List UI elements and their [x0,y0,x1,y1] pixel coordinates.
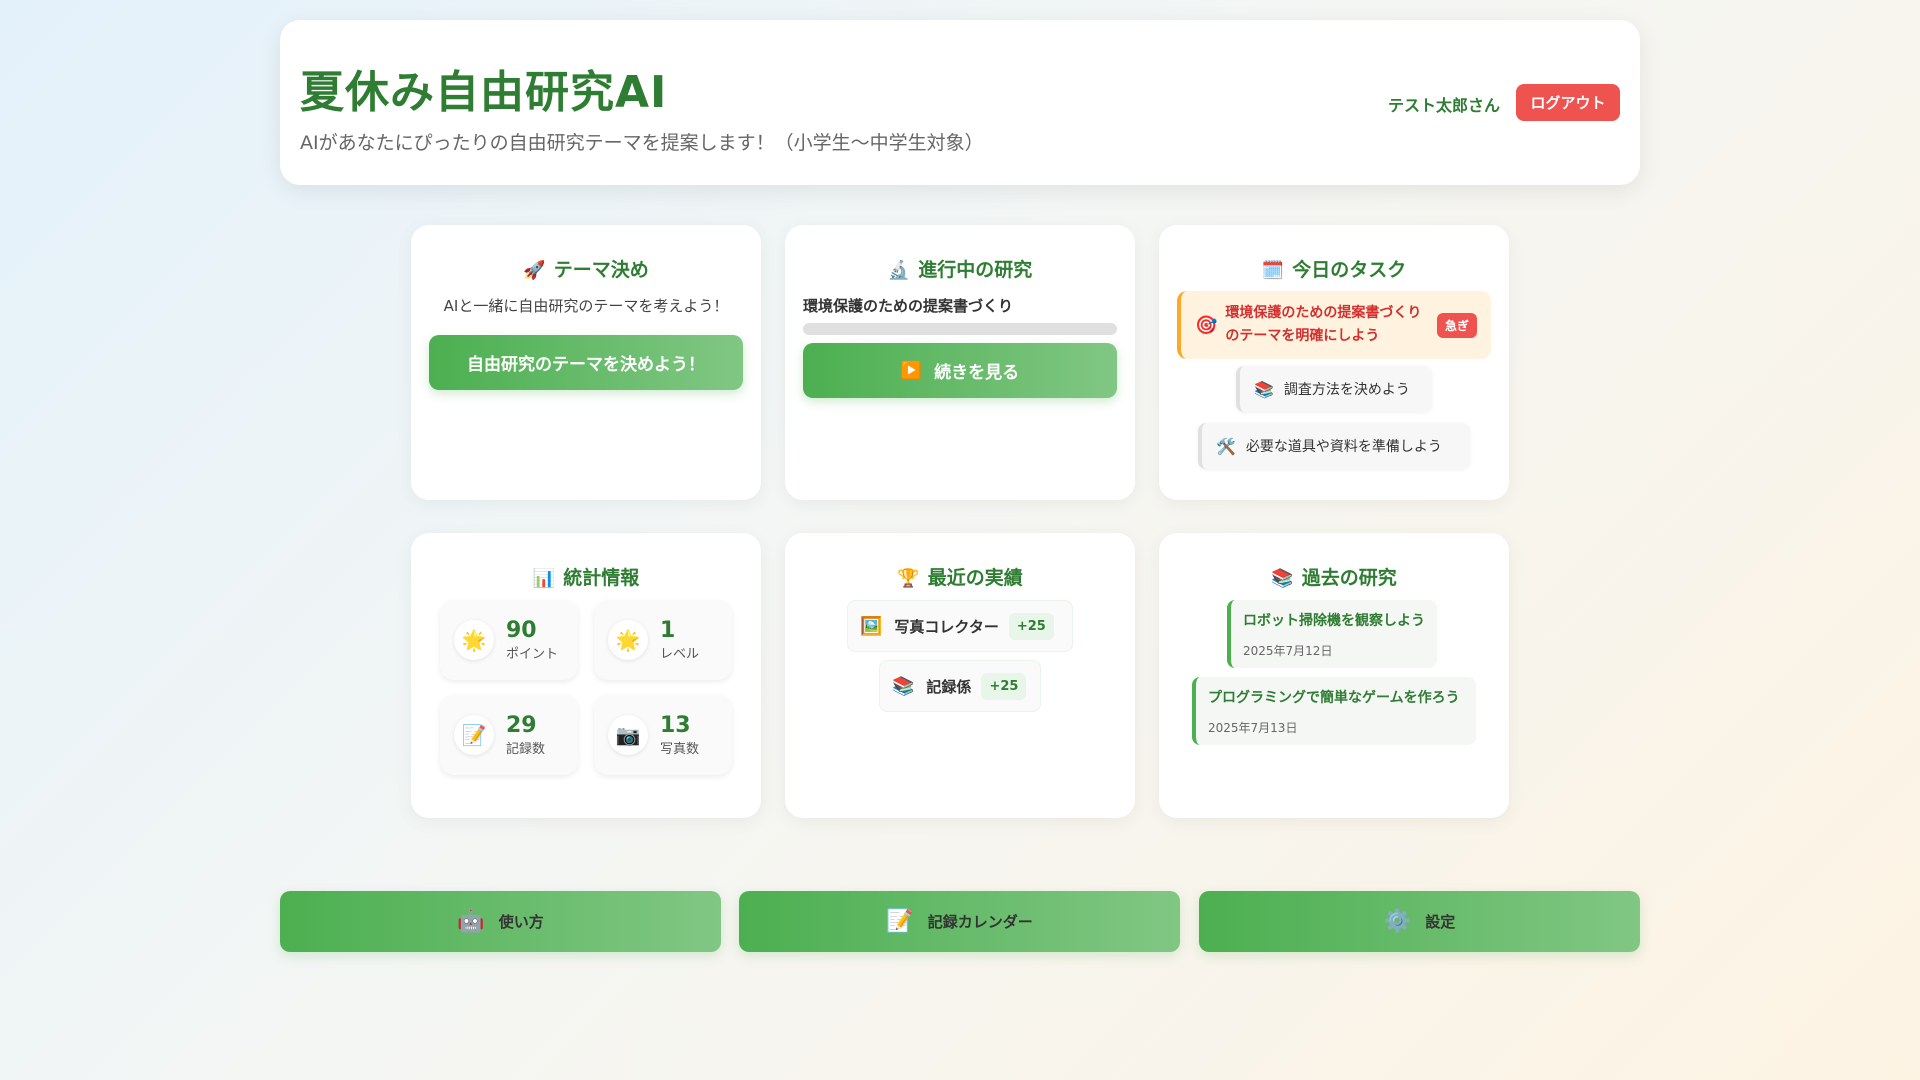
project-name: 環境保護のための提案書づくり [803,297,1014,315]
achievement-points: +25 [981,672,1027,700]
app-title: 夏休み自由研究AI [300,67,668,118]
rocket-icon: 🚀 [523,260,546,281]
continue-button[interactable]: ▶️ 続きを見る [803,343,1117,398]
tools-icon: 🛠️ [1216,436,1236,456]
card-title-achievements: 最近の実績 [927,567,1023,589]
achievements-card: 🏆 最近の実績 🖼️ 写真コレクター +25 📚 記録係 +25 [785,533,1135,818]
stat-points: 🌟 90 ポイント [440,600,578,680]
stat-label: ポイント [506,646,559,662]
past-research-title: プログラミングで簡単なゲームを作ろう [1208,690,1460,706]
stat-label: 写真数 [660,741,700,757]
record-calendar-button[interactable]: 📝 記録カレンダー [739,891,1180,952]
past-research-date: 2025年7月12日 [1243,644,1333,658]
how-to-label: 使い方 [498,913,544,931]
tasks-card: 🗓️ 今日のタスク 🎯 環境保護のための提案書づくりのテーマを明確にしよう 急ぎ … [1159,225,1509,500]
task-text: 必要な道具や資料を準備しよう [1245,439,1442,455]
achievement-points: +25 [1008,612,1054,640]
memo-icon: 📝 [886,909,914,934]
record-calendar-label: 記録カレンダー [927,913,1033,931]
achievement-label: 写真コレクター [894,617,999,636]
settings-label: 設定 [1425,913,1456,931]
app-subtitle: AIがあなたにぴったりの自由研究テーマを提案します！（小学生〜中学生対象） [300,132,984,154]
stat-label: レベル [660,646,700,662]
past-research-card: 📚 過去の研究 ロボット掃除機を観察しよう 2025年7月12日 プログラミングで… [1159,533,1509,818]
task-item[interactable]: 📚 調査方法を決めよう [1236,366,1432,412]
trophy-icon: 🏆 [897,568,920,589]
progress-card: 🔬 進行中の研究 環境保護のための提案書づくり ▶️ 続きを見る [785,225,1135,500]
microscope-icon: 🔬 [887,260,911,281]
user-name: テスト太郎さん [1387,96,1500,115]
stat-records: 📝 29 記録数 [440,695,578,775]
stat-value: 1 [660,617,676,643]
books-icon: 📚 [1254,379,1274,399]
card-title-theme: テーマ決め [553,259,649,281]
how-to-button[interactable]: 🤖 使い方 [280,891,721,952]
stat-value: 29 [506,712,537,738]
stat-photos: 📷 13 写真数 [594,695,732,775]
urgent-badge: 急ぎ [1436,312,1477,338]
theme-card: 🚀 テーマ決め AIと一緒に自由研究のテーマを考えよう！ 自由研究のテーマを決めよ… [411,225,761,500]
camera-icon: 📷 [608,715,648,755]
card-title-past: 過去の研究 [1301,567,1397,589]
app-header: 夏休み自由研究AI AIがあなたにぴったりの自由研究テーマを提案します！（小学生… [280,20,1640,185]
bar-chart-icon: 📊 [532,568,556,589]
books-icon: 📚 [1271,568,1294,589]
achievement-item: 🖼️ 写真コレクター +25 [847,600,1073,652]
theme-description: AIと一緒に自由研究のテーマを考えよう！ [443,297,729,315]
memo-icon: 📝 [454,715,494,755]
past-research-item[interactable]: プログラミングで簡単なゲームを作ろう 2025年7月13日 [1192,677,1476,745]
card-title-stats: 統計情報 [563,567,640,589]
stat-value: 13 [660,712,691,738]
gear-icon: ⚙️ [1383,909,1412,934]
stats-card: 📊 統計情報 🌟 90 ポイント 🌟 1 レベル 📝 29 記録数 📷 13 写真数 [411,533,761,818]
task-item-urgent[interactable]: 🎯 環境保護のための提案書づくりのテーマを明確にしよう 急ぎ [1177,291,1491,359]
card-title-tasks: 今日のタスク [1292,259,1407,281]
robot-icon: 🤖 [457,909,485,934]
task-text: 調査方法を決めよう [1283,382,1410,398]
card-title-progress: 進行中の研究 [918,259,1033,281]
past-research-item[interactable]: ロボット掃除機を観察しよう 2025年7月12日 [1227,600,1437,668]
logout-button[interactable]: ログアウト [1516,84,1620,121]
achievement-label: 記録係 [926,677,972,696]
past-research-title: ロボット掃除機を観察しよう [1243,613,1425,629]
progress-bar [803,323,1117,335]
play-icon: ▶️ [900,360,923,381]
decide-theme-button[interactable]: 自由研究のテーマを決めよう！ [429,335,743,390]
settings-button[interactable]: ⚙️ 設定 [1199,891,1640,952]
continue-label: 続きを見る [934,363,1020,383]
task-text: 環境保護のための提案書づくりのテーマを明確にしよう [1225,305,1422,344]
target-icon: 🎯 [1195,314,1218,336]
past-research-date: 2025年7月13日 [1208,721,1298,735]
picture-icon: 🖼️ [860,615,883,637]
stat-level: 🌟 1 レベル [594,600,732,680]
task-item[interactable]: 🛠️ 必要な道具や資料を準備しよう [1198,423,1470,469]
achievement-item: 📚 記録係 +25 [879,660,1041,712]
books-icon: 📚 [892,675,915,697]
calendar-icon: 🗓️ [1261,260,1285,281]
stat-label: 記録数 [506,741,546,757]
stat-value: 90 [506,617,537,643]
sun-icon: 🌟 [454,620,494,660]
sun-icon: 🌟 [608,620,648,660]
